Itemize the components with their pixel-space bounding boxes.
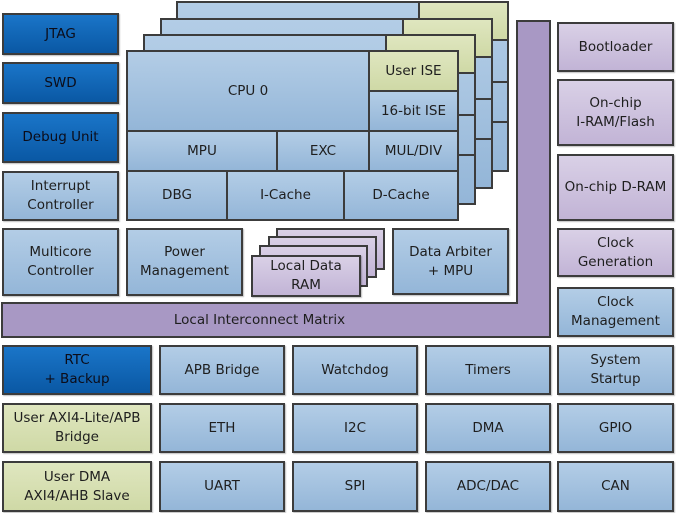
i2c-block: I2C [292, 403, 418, 453]
debug-unit-block: Debug Unit [2, 112, 119, 163]
jtag-block: JTAG [2, 13, 119, 55]
clock-management-block: Clock Management [557, 287, 674, 337]
icache-block: I-Cache [226, 170, 345, 221]
user-ise-block: User ISE [368, 50, 459, 92]
watchdog-block: Watchdog [292, 345, 418, 395]
16bit-ise-block: 16-bit ISE [368, 90, 459, 132]
cpu0-core: CPU 0 [126, 50, 370, 132]
dma-block: DMA [425, 403, 551, 453]
mul-div-block: MUL/DIV [368, 130, 459, 172]
spi-block: SPI [292, 461, 418, 512]
clock-generation-block: Clock Generation [557, 228, 674, 277]
user-axi4-lite-apb-bridge-block: User AXI4-Lite/APB Bridge [2, 403, 152, 453]
adc-dac-block: ADC/DAC [425, 461, 551, 512]
onchip-iram-flash-block: On-chip I-RAM/Flash [557, 79, 674, 146]
interrupt-controller-block: Interrupt Controller [2, 171, 119, 221]
uart-block: UART [159, 461, 285, 512]
eth-block: ETH [159, 403, 285, 453]
timers-block: Timers [425, 345, 551, 395]
swd-block: SWD [2, 62, 119, 104]
onchip-dram-block: On-chip D-RAM [557, 154, 674, 221]
power-management-block: Power Management [126, 228, 243, 296]
system-startup-block: System Startup [557, 345, 674, 395]
exc-block: EXC [276, 130, 370, 172]
dcache-block: D-Cache [343, 170, 459, 221]
can-block: CAN [557, 461, 674, 512]
rtc-backup-block: RTC + Backup [2, 345, 152, 395]
data-arbiter-block: Data Arbiter + MPU [392, 228, 509, 295]
gpio-block: GPIO [557, 403, 674, 453]
dbg-block: DBG [126, 170, 228, 221]
soc-block-diagram: Local Interconnect Matrix JTAG SWD Debug… [0, 0, 676, 513]
mpu-block: MPU [126, 130, 278, 172]
apb-bridge-block: APB Bridge [159, 345, 285, 395]
user-dma-slave-block: User DMA AXI4/AHB Slave [2, 461, 152, 512]
multicore-controller-block: Multicore Controller [2, 228, 119, 296]
local-data-ram-block: Local Data RAM [251, 255, 361, 297]
local-interconnect-matrix: Local Interconnect Matrix [173, 311, 346, 328]
bootloader-block: Bootloader [557, 22, 674, 72]
